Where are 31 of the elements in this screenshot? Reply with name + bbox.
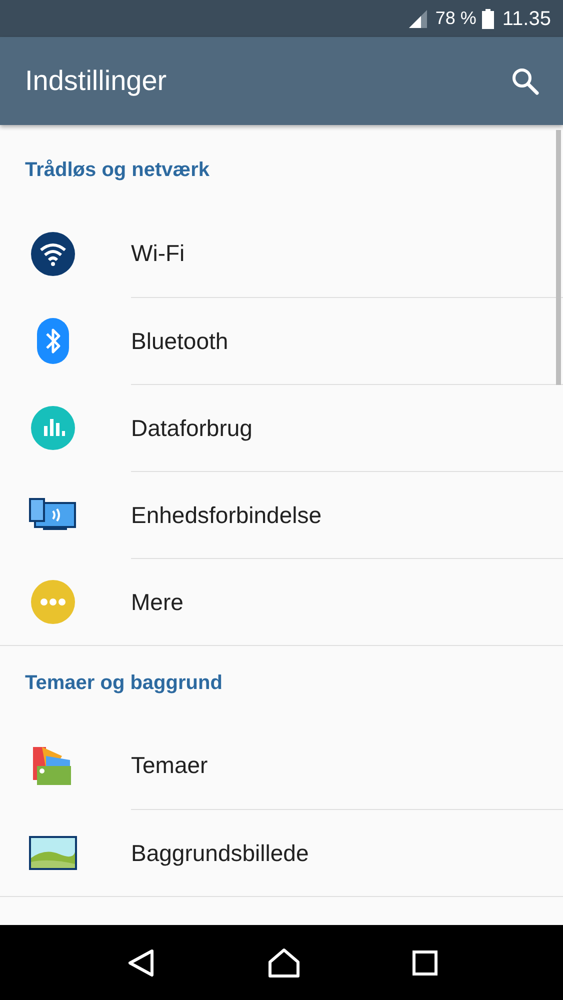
bar-chart-icon	[30, 406, 74, 450]
settings-item[interactable]: Dataforbrug	[0, 384, 563, 471]
back-icon[interactable]	[126, 948, 156, 978]
bluetooth-icon	[36, 318, 68, 364]
section-header: Trådløs og netværk	[25, 159, 210, 181]
item-label: Enhedsforbindelse	[131, 500, 322, 530]
swatches-icon	[32, 746, 74, 786]
item-label: Baggrundsbillede	[131, 838, 309, 868]
home-icon[interactable]	[266, 948, 300, 978]
section-header: Temaer og baggrund	[25, 672, 222, 694]
wifi-icon	[30, 232, 74, 276]
item-label: Dataforbrug	[131, 414, 252, 443]
settings-item[interactable]: Temaer	[0, 722, 563, 809]
landscape-icon	[28, 836, 76, 870]
screens-icon	[28, 498, 76, 532]
battery-icon	[482, 8, 494, 28]
settings-item[interactable]: Mere	[0, 558, 563, 645]
app-title: Indstillinger	[25, 64, 167, 98]
item-label: Bluetooth	[131, 326, 228, 356]
search-icon[interactable]	[511, 67, 539, 95]
settings-item[interactable]: Enhedsforbindelse	[0, 471, 563, 558]
signal-icon	[407, 10, 430, 28]
clock: 11.35	[502, 6, 551, 32]
more-icon	[30, 580, 74, 624]
item-label: Mere	[131, 588, 184, 617]
recents-icon[interactable]	[412, 950, 438, 976]
settings-item[interactable]: Baggrundsbillede	[0, 809, 563, 896]
battery-percent: 78 %	[435, 7, 476, 30]
settings-item[interactable]: Wi-Fi	[0, 210, 563, 297]
item-label: Temaer	[131, 751, 208, 780]
item-label: Wi-Fi	[131, 239, 185, 268]
